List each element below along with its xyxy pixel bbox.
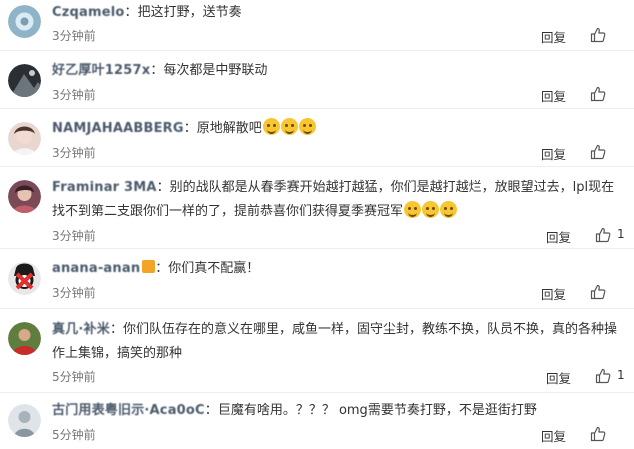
comment-item: 好乙厚叶1257x：每次都是中野联动 3分钟前 回复: [0, 50, 634, 109]
reply-button[interactable]: 回复: [541, 144, 566, 163]
thumbs-up-icon[interactable]: [590, 27, 606, 43]
reply-button[interactable]: 回复: [546, 227, 571, 246]
avatar[interactable]: [8, 180, 41, 213]
like-count: 1: [617, 368, 625, 382]
comment-text: NAMJAHAABBERG：原地解散吧: [52, 118, 620, 140]
laughing-emoji-icon: [404, 201, 422, 218]
comment-text: Czqamelo：把这打野，送节奏: [52, 5, 242, 20]
comment-item: NAMJAHAABBERG：原地解散吧 3分钟前 回复: [0, 108, 634, 167]
timestamp: 5分钟前: [52, 370, 96, 384]
username[interactable]: 好乙厚叶1257x: [52, 63, 150, 78]
comment-item: 古门用表粤旧示·Aca0oC：巨魔有啥用。？？？ omg需要节奏打野，不是逛街打…: [0, 392, 634, 449]
username[interactable]: Framinar 3MA: [52, 180, 157, 195]
comment-body: 你们真不配赢！: [168, 261, 260, 276]
laughing-emoji-icon: [440, 201, 458, 218]
username[interactable]: NAMJAHAABBERG: [52, 121, 184, 136]
laughing-emoji-icon: [298, 118, 316, 135]
comment-body: 把这打野，送节奏: [137, 5, 242, 20]
username[interactable]: 真几·补米: [52, 322, 110, 337]
reply-button[interactable]: 回复: [541, 27, 566, 46]
timestamp: 3分钟前: [52, 29, 96, 43]
comment-body: 你们队伍存在的意义在哪里，咸鱼一样，固守尘封，教练不换，队员不换，真的各种操作上…: [52, 322, 617, 361]
username[interactable]: Czqamelo: [52, 5, 125, 20]
like-count: 1: [617, 227, 625, 241]
comment-item: anana-anan ：你们真不配赢！ 3分钟前 回复: [0, 248, 634, 309]
reply-button[interactable]: 回复: [546, 368, 571, 387]
thumbs-up-icon[interactable]: [595, 368, 611, 384]
vip-badge-icon: [142, 260, 156, 273]
reply-button[interactable]: 回复: [541, 426, 566, 445]
avatar[interactable]: [8, 322, 41, 355]
thumbs-up-icon[interactable]: [590, 86, 606, 102]
laughing-emoji-icon: [262, 118, 280, 135]
timestamp: 3分钟前: [52, 146, 96, 160]
comment-text: 真几·补米：你们队伍存在的意义在哪里，咸鱼一样，固守尘封，教练不换，队员不换，真…: [52, 322, 617, 361]
timestamp: 5分钟前: [52, 428, 96, 442]
comment-body: 原地解散吧: [196, 121, 262, 136]
laughing-emoji-icon: [422, 201, 440, 218]
comment-item: Czqamelo：把这打野，送节奏 3分钟前 回复: [0, 0, 634, 51]
avatar[interactable]: [8, 122, 41, 155]
timestamp: 3分钟前: [52, 286, 96, 300]
laughing-emoji-icon: [280, 118, 298, 135]
reply-button[interactable]: 回复: [541, 86, 566, 105]
avatar[interactable]: [8, 64, 41, 97]
comment-text: 好乙厚叶1257x：每次都是中野联动: [52, 63, 268, 78]
thumbs-up-icon[interactable]: [590, 284, 606, 300]
timestamp: 3分钟前: [52, 229, 96, 243]
thumbs-up-icon[interactable]: [590, 144, 606, 160]
thumbs-up-icon[interactable]: [595, 227, 611, 243]
reply-button[interactable]: 回复: [541, 284, 566, 303]
username[interactable]: 古门用表粤旧示·Aca0oC: [52, 403, 205, 418]
comment-body: 巨魔有啥用。？？？ omg需要节奏打野，不是逛街打野: [217, 403, 537, 418]
comment-text: Framinar 3MA：别的战队都是从春季赛开始越打越猛，你们是越打越烂，放眼…: [52, 180, 615, 219]
avatar[interactable]: [8, 404, 41, 437]
comment-text: anana-anan ：你们真不配赢！: [52, 260, 260, 276]
username[interactable]: anana-anan: [52, 261, 140, 276]
timestamp: 3分钟前: [52, 88, 96, 102]
comment-body: 每次都是中野联动: [163, 63, 268, 78]
comment-text: 古门用表粤旧示·Aca0oC：巨魔有啥用。？？？ omg需要节奏打野，不是逛街打…: [52, 403, 537, 418]
avatar[interactable]: [8, 5, 41, 38]
comment-item: Framinar 3MA：别的战队都是从春季赛开始越打越猛，你们是越打越烂，放眼…: [0, 166, 634, 249]
comment-item: 真几·补米：你们队伍存在的意义在哪里，咸鱼一样，固守尘封，教练不换，队员不换，真…: [0, 308, 634, 393]
thumbs-up-icon[interactable]: [590, 426, 606, 442]
avatar[interactable]: [8, 262, 41, 295]
